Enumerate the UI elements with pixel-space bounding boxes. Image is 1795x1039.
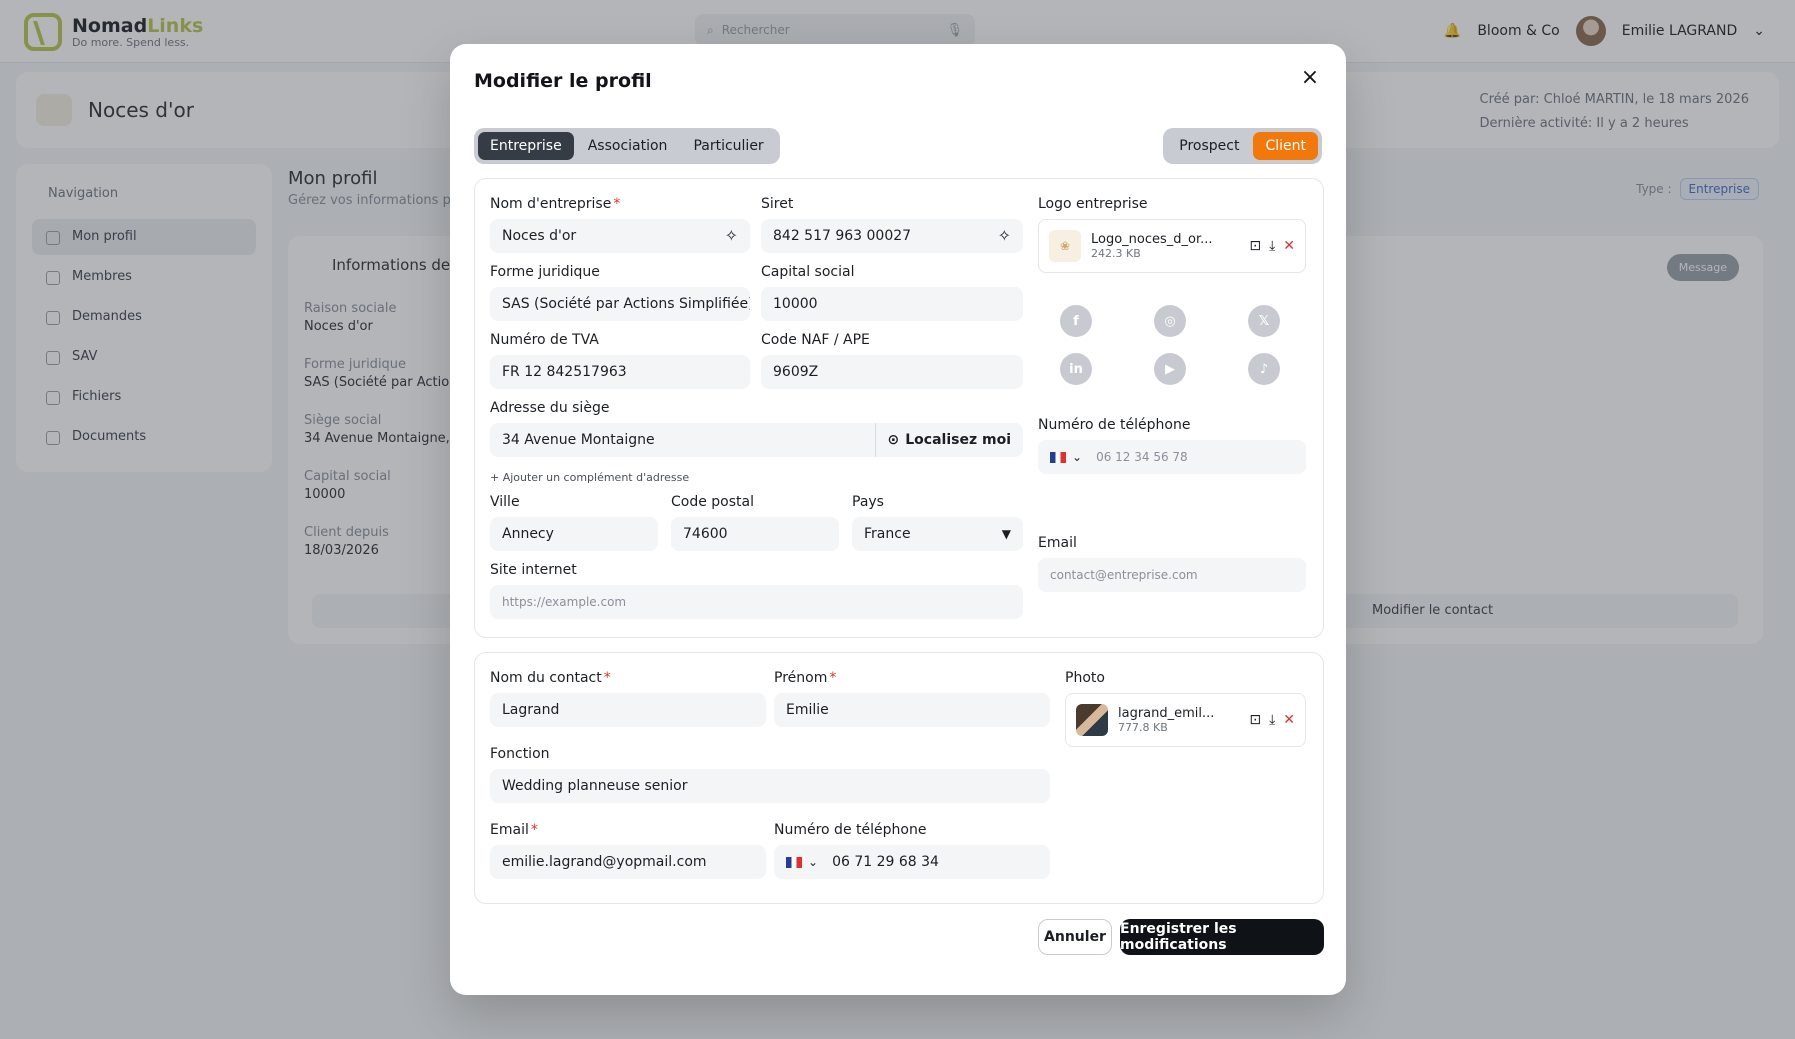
download-icon[interactable]: ⤓ — [1269, 238, 1275, 254]
save-button[interactable]: Enregistrer les modifications — [1120, 919, 1324, 955]
address-input[interactable]: 34 Avenue Montaigne ⊙ Localisez moi — [490, 423, 1023, 457]
tab-prospect[interactable]: Prospect — [1167, 132, 1251, 160]
france-flag-icon[interactable] — [1050, 451, 1066, 463]
france-flag-icon[interactable] — [786, 856, 802, 868]
edit-profile-modal: Modifier le profil × Entreprise Associat… — [450, 44, 1346, 995]
logo-file-size: 242.3 KB — [1091, 247, 1141, 260]
tab-client[interactable]: Client — [1253, 132, 1318, 160]
youtube-icon[interactable]: ▶ — [1154, 353, 1186, 385]
role-input[interactable]: Wedding planneuse senior — [490, 769, 1050, 803]
website-label: Site internet — [490, 562, 577, 578]
city-label: Ville — [490, 494, 520, 510]
locate-me-button[interactable]: ⊙ Localisez moi — [874, 423, 1023, 457]
naf-label: Code NAF / APE — [761, 332, 870, 348]
photo-file-card: lagrand_emil... 777.8 KB ⊡ ⤓ ✕ — [1065, 693, 1306, 747]
company-email-label: Email — [1038, 535, 1077, 551]
preview-icon[interactable]: ⊡ — [1249, 712, 1261, 728]
siret-label: Siret — [761, 196, 794, 212]
status-switch: Prospect Client — [1163, 128, 1322, 164]
naf-input[interactable]: 9609Z — [761, 355, 1023, 389]
contact-phone-input[interactable]: ⌄ 06 71 29 68 34 — [774, 845, 1050, 879]
contact-email-input[interactable]: emilie.lagrand@yopmail.com — [490, 845, 766, 879]
facebook-icon[interactable]: f — [1060, 305, 1092, 337]
logo-file-card: ❀ Logo_noces_d_or... 242.3 KB ⊡ ⤓ ✕ — [1038, 219, 1306, 273]
contact-email-label: Email * — [490, 822, 538, 838]
social-links: f ◎ 𝕏 in ▶ ♪ — [1060, 305, 1280, 385]
linkedin-icon[interactable]: in — [1060, 353, 1092, 385]
zip-input[interactable]: 74600 — [671, 517, 839, 551]
tab-entreprise[interactable]: Entreprise — [478, 132, 574, 160]
entity-type-switch: Entreprise Association Particulier — [474, 128, 780, 164]
role-label: Fonction — [490, 746, 550, 762]
city-input[interactable]: Annecy — [490, 517, 658, 551]
chevron-down-icon: ▼ — [1001, 527, 1011, 541]
delete-icon[interactable]: ✕ — [1283, 712, 1295, 728]
contact-phone-label: Numéro de téléphone — [774, 822, 927, 838]
contact-firstname-input[interactable]: Emilie — [774, 693, 1050, 727]
capital-input[interactable]: 10000 — [761, 287, 1023, 321]
contact-firstname-label: Prénom * — [774, 670, 837, 686]
siret-input[interactable]: 842 517 963 00027 ✧ — [761, 219, 1023, 253]
logo-thumbnail: ❀ — [1049, 230, 1081, 262]
legal-form-label: Forme juridique — [490, 264, 600, 280]
instagram-icon[interactable]: ◎ — [1154, 305, 1186, 337]
tab-association[interactable]: Association — [576, 132, 680, 160]
photo-label: Photo — [1065, 670, 1105, 686]
photo-file-size: 777.8 KB — [1118, 721, 1168, 734]
contact-panel: Nom du contact * Lagrand Prénom * Emilie P… — [474, 652, 1324, 904]
modal-title: Modifier le profil — [474, 70, 652, 92]
logo-file-name: Logo_noces_d_or... — [1091, 232, 1213, 247]
magic-icon[interactable]: ✧ — [725, 219, 738, 253]
website-input[interactable]: https://example.com — [490, 585, 1023, 619]
tab-particulier[interactable]: Particulier — [681, 132, 775, 160]
delete-icon[interactable]: ✕ — [1283, 238, 1295, 254]
company-name-label: Nom d'entreprise * — [490, 196, 621, 212]
logo-label: Logo entreprise — [1038, 196, 1148, 212]
cancel-button[interactable]: Annuler — [1038, 919, 1112, 955]
chevron-down-icon[interactable]: ⌄ — [1072, 440, 1082, 474]
company-phone-label: Numéro de téléphone — [1038, 417, 1191, 433]
vat-label: Numéro de TVA — [490, 332, 599, 348]
contact-lastname-label: Nom du contact * — [490, 670, 611, 686]
legal-form-input[interactable]: SAS (Société par Actions Simplifiée) — [490, 287, 750, 321]
photo-file-name: lagrand_emil... — [1118, 706, 1215, 721]
contact-phone-value: 06 71 29 68 34 — [832, 854, 939, 870]
company-name-input[interactable]: Noces d'or ✧ — [490, 219, 750, 253]
contact-lastname-input[interactable]: Lagrand — [490, 693, 766, 727]
add-address-complement-link[interactable]: + Ajouter un complément d'adresse — [490, 471, 689, 484]
photo-thumbnail — [1076, 704, 1108, 736]
chevron-down-icon[interactable]: ⌄ — [808, 845, 818, 879]
country-select[interactable]: France ▼ — [852, 517, 1023, 551]
country-label: Pays — [852, 494, 884, 510]
zip-label: Code postal — [671, 494, 754, 510]
close-icon[interactable]: × — [1298, 66, 1322, 90]
company-phone-placeholder: 06 12 34 56 78 — [1096, 450, 1188, 464]
location-pin-icon: ⊙ — [887, 432, 900, 448]
x-icon[interactable]: 𝕏 — [1248, 305, 1280, 337]
company-email-input[interactable]: contact@entreprise.com — [1038, 558, 1306, 592]
magic-icon[interactable]: ✧ — [998, 219, 1011, 253]
address-label: Adresse du siège — [490, 400, 610, 416]
company-phone-input[interactable]: ⌄ 06 12 34 56 78 — [1038, 440, 1306, 474]
preview-icon[interactable]: ⊡ — [1249, 238, 1261, 254]
download-icon[interactable]: ⤓ — [1269, 712, 1275, 728]
vat-input[interactable]: FR 12 842517963 — [490, 355, 750, 389]
company-panel: Nom d'entreprise * Noces d'or ✧ Siret 842 … — [474, 178, 1324, 638]
capital-label: Capital social — [761, 264, 855, 280]
tiktok-icon[interactable]: ♪ — [1248, 353, 1280, 385]
